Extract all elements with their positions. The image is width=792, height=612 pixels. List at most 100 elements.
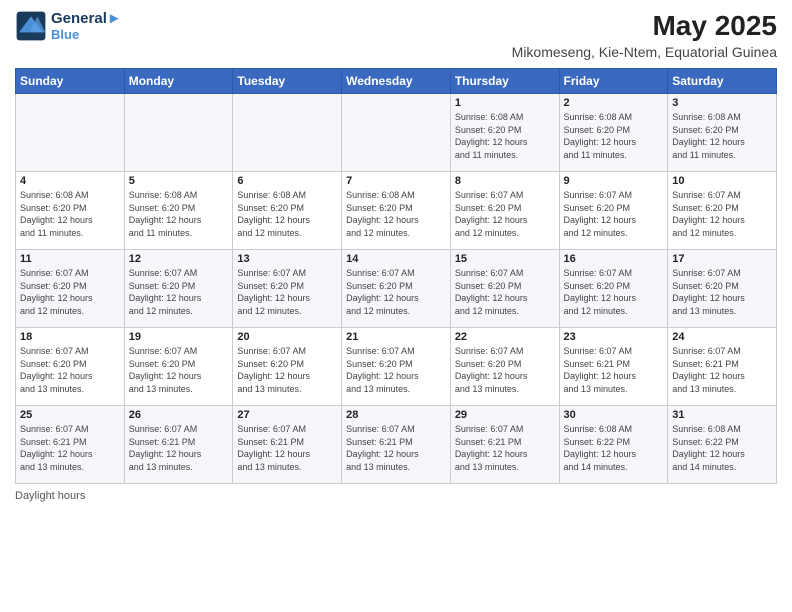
day-info: Sunrise: 6:07 AM Sunset: 6:20 PM Dayligh… bbox=[237, 345, 337, 395]
day-number: 17 bbox=[672, 253, 772, 265]
day-info: Sunrise: 6:07 AM Sunset: 6:20 PM Dayligh… bbox=[672, 267, 772, 317]
day-info: Sunrise: 6:07 AM Sunset: 6:21 PM Dayligh… bbox=[129, 423, 229, 473]
daylight-label: Daylight hours bbox=[15, 490, 85, 502]
calendar-cell: 1 Sunrise: 6:08 AM Sunset: 6:20 PM Daylig… bbox=[450, 94, 559, 172]
logo-icon bbox=[15, 10, 47, 42]
calendar-cell bbox=[124, 94, 233, 172]
day-number: 13 bbox=[237, 253, 337, 265]
calendar-cell bbox=[233, 94, 342, 172]
weekday-header-cell: Saturday bbox=[668, 69, 777, 94]
calendar-cell: 22 Sunrise: 6:07 AM Sunset: 6:20 PM Dayli… bbox=[450, 328, 559, 406]
calendar-cell: 2 Sunrise: 6:08 AM Sunset: 6:20 PM Daylig… bbox=[559, 94, 668, 172]
day-info: Sunrise: 6:07 AM Sunset: 6:20 PM Dayligh… bbox=[129, 345, 229, 395]
day-number: 23 bbox=[564, 331, 664, 343]
day-number: 18 bbox=[20, 331, 120, 343]
day-number: 21 bbox=[346, 331, 446, 343]
day-number: 10 bbox=[672, 175, 772, 187]
weekday-header-cell: Wednesday bbox=[342, 69, 451, 94]
calendar-cell: 31Sunrise: 6:08 AM Sunset: 6:22 PM Dayli… bbox=[668, 406, 777, 484]
day-info: Sunrise: 6:07 AM Sunset: 6:20 PM Dayligh… bbox=[346, 267, 446, 317]
day-number: 3 bbox=[672, 97, 772, 109]
weekday-header-row: SundayMondayTuesdayWednesdayThursdayFrid… bbox=[16, 69, 777, 94]
day-number: 5 bbox=[129, 175, 229, 187]
calendar-cell: 27Sunrise: 6:07 AM Sunset: 6:21 PM Dayli… bbox=[233, 406, 342, 484]
calendar-week-row: 25 Sunrise: 6:07 AM Sunset: 6:21 PM Dayli… bbox=[16, 406, 777, 484]
weekday-header-cell: Thursday bbox=[450, 69, 559, 94]
day-info: Sunrise: 6:07 AM Sunset: 6:21 PM Dayligh… bbox=[346, 423, 446, 473]
day-number: 4 bbox=[20, 175, 120, 187]
calendar-cell: 29 Sunrise: 6:07 AM Sunset: 6:21 PM Dayli… bbox=[450, 406, 559, 484]
calendar-week-row: 18 Sunrise: 6:07 AM Sunset: 6:20 PM Dayli… bbox=[16, 328, 777, 406]
calendar-cell: 20 Sunrise: 6:07 AM Sunset: 6:20 PM Dayli… bbox=[233, 328, 342, 406]
day-number: 29 bbox=[455, 409, 555, 421]
title-block: May 2025 Mikomeseng, Kie-Ntem, Equatoria… bbox=[512, 10, 777, 60]
calendar-cell: 9Sunrise: 6:07 AM Sunset: 6:20 PM Daylig… bbox=[559, 172, 668, 250]
logo: General► Blue bbox=[15, 10, 122, 42]
calendar-cell: 19Sunrise: 6:07 AM Sunset: 6:20 PM Dayli… bbox=[124, 328, 233, 406]
day-info: Sunrise: 6:07 AM Sunset: 6:20 PM Dayligh… bbox=[129, 267, 229, 317]
calendar-cell: 8Sunrise: 6:07 AM Sunset: 6:20 PM Daylig… bbox=[450, 172, 559, 250]
calendar-cell bbox=[16, 94, 125, 172]
logo-text: General► Blue bbox=[51, 10, 122, 42]
day-info: Sunrise: 6:07 AM Sunset: 6:21 PM Dayligh… bbox=[20, 423, 120, 473]
day-number: 16 bbox=[564, 253, 664, 265]
day-number: 31 bbox=[672, 409, 772, 421]
day-info: Sunrise: 6:08 AM Sunset: 6:20 PM Dayligh… bbox=[564, 111, 664, 161]
day-info: Sunrise: 6:08 AM Sunset: 6:20 PM Dayligh… bbox=[346, 189, 446, 239]
day-info: Sunrise: 6:07 AM Sunset: 6:20 PM Dayligh… bbox=[20, 345, 120, 395]
day-number: 11 bbox=[20, 253, 120, 265]
calendar-cell: 12 Sunrise: 6:07 AM Sunset: 6:20 PM Dayli… bbox=[124, 250, 233, 328]
day-info: Sunrise: 6:07 AM Sunset: 6:21 PM Dayligh… bbox=[672, 345, 772, 395]
day-info: Sunrise: 6:07 AM Sunset: 6:21 PM Dayligh… bbox=[564, 345, 664, 395]
day-number: 6 bbox=[237, 175, 337, 187]
calendar-cell: 6 Sunrise: 6:08 AM Sunset: 6:20 PM Daylig… bbox=[233, 172, 342, 250]
day-number: 24 bbox=[672, 331, 772, 343]
day-info: Sunrise: 6:08 AM Sunset: 6:20 PM Dayligh… bbox=[455, 111, 555, 161]
day-number: 7 bbox=[346, 175, 446, 187]
calendar-body: 1 Sunrise: 6:08 AM Sunset: 6:20 PM Daylig… bbox=[16, 94, 777, 484]
calendar-cell: 10Sunrise: 6:07 AM Sunset: 6:20 PM Dayli… bbox=[668, 172, 777, 250]
location: Mikomeseng, Kie-Ntem, Equatorial Guinea bbox=[512, 44, 777, 60]
day-info: Sunrise: 6:07 AM Sunset: 6:20 PM Dayligh… bbox=[455, 267, 555, 317]
calendar-cell: 26Sunrise: 6:07 AM Sunset: 6:21 PM Dayli… bbox=[124, 406, 233, 484]
day-info: Sunrise: 6:07 AM Sunset: 6:20 PM Dayligh… bbox=[346, 345, 446, 395]
calendar-cell: 17 Sunrise: 6:07 AM Sunset: 6:20 PM Dayli… bbox=[668, 250, 777, 328]
day-number: 28 bbox=[346, 409, 446, 421]
calendar-cell: 14 Sunrise: 6:07 AM Sunset: 6:20 PM Dayli… bbox=[342, 250, 451, 328]
calendar-cell: 24 Sunrise: 6:07 AM Sunset: 6:21 PM Dayli… bbox=[668, 328, 777, 406]
page: General► Blue May 2025 Mikomeseng, Kie-N… bbox=[0, 0, 792, 612]
day-number: 25 bbox=[20, 409, 120, 421]
calendar-week-row: 4 Sunrise: 6:08 AM Sunset: 6:20 PM Daylig… bbox=[16, 172, 777, 250]
day-info: Sunrise: 6:08 AM Sunset: 6:20 PM Dayligh… bbox=[237, 189, 337, 239]
day-number: 12 bbox=[129, 253, 229, 265]
day-number: 14 bbox=[346, 253, 446, 265]
calendar-cell: 7 Sunrise: 6:08 AM Sunset: 6:20 PM Daylig… bbox=[342, 172, 451, 250]
day-info: Sunrise: 6:07 AM Sunset: 6:21 PM Dayligh… bbox=[455, 423, 555, 473]
calendar-cell: 5Sunrise: 6:08 AM Sunset: 6:20 PM Daylig… bbox=[124, 172, 233, 250]
weekday-header-cell: Sunday bbox=[16, 69, 125, 94]
day-info: Sunrise: 6:07 AM Sunset: 6:20 PM Dayligh… bbox=[455, 189, 555, 239]
calendar-cell bbox=[342, 94, 451, 172]
calendar-cell: 30 Sunrise: 6:08 AM Sunset: 6:22 PM Dayli… bbox=[559, 406, 668, 484]
day-info: Sunrise: 6:07 AM Sunset: 6:20 PM Dayligh… bbox=[455, 345, 555, 395]
day-number: 1 bbox=[455, 97, 555, 109]
day-info: Sunrise: 6:08 AM Sunset: 6:22 PM Dayligh… bbox=[564, 423, 664, 473]
day-number: 15 bbox=[455, 253, 555, 265]
day-number: 30 bbox=[564, 409, 664, 421]
calendar-week-row: 1 Sunrise: 6:08 AM Sunset: 6:20 PM Daylig… bbox=[16, 94, 777, 172]
footer: Daylight hours bbox=[15, 490, 777, 502]
calendar-cell: 4Sunrise: 6:08 AM Sunset: 6:20 PM Daylig… bbox=[16, 172, 125, 250]
day-number: 2 bbox=[564, 97, 664, 109]
calendar-week-row: 11 Sunrise: 6:07 AM Sunset: 6:20 PM Dayli… bbox=[16, 250, 777, 328]
calendar-table: SundayMondayTuesdayWednesdayThursdayFrid… bbox=[15, 68, 777, 484]
day-number: 22 bbox=[455, 331, 555, 343]
calendar-cell: 25 Sunrise: 6:07 AM Sunset: 6:21 PM Dayli… bbox=[16, 406, 125, 484]
calendar-cell: 23 Sunrise: 6:07 AM Sunset: 6:21 PM Dayli… bbox=[559, 328, 668, 406]
calendar-cell: 21 Sunrise: 6:07 AM Sunset: 6:20 PM Dayli… bbox=[342, 328, 451, 406]
day-number: 9 bbox=[564, 175, 664, 187]
weekday-header-cell: Tuesday bbox=[233, 69, 342, 94]
day-info: Sunrise: 6:07 AM Sunset: 6:20 PM Dayligh… bbox=[564, 267, 664, 317]
calendar-cell: 18 Sunrise: 6:07 AM Sunset: 6:20 PM Dayli… bbox=[16, 328, 125, 406]
day-info: Sunrise: 6:08 AM Sunset: 6:20 PM Dayligh… bbox=[672, 111, 772, 161]
day-number: 20 bbox=[237, 331, 337, 343]
